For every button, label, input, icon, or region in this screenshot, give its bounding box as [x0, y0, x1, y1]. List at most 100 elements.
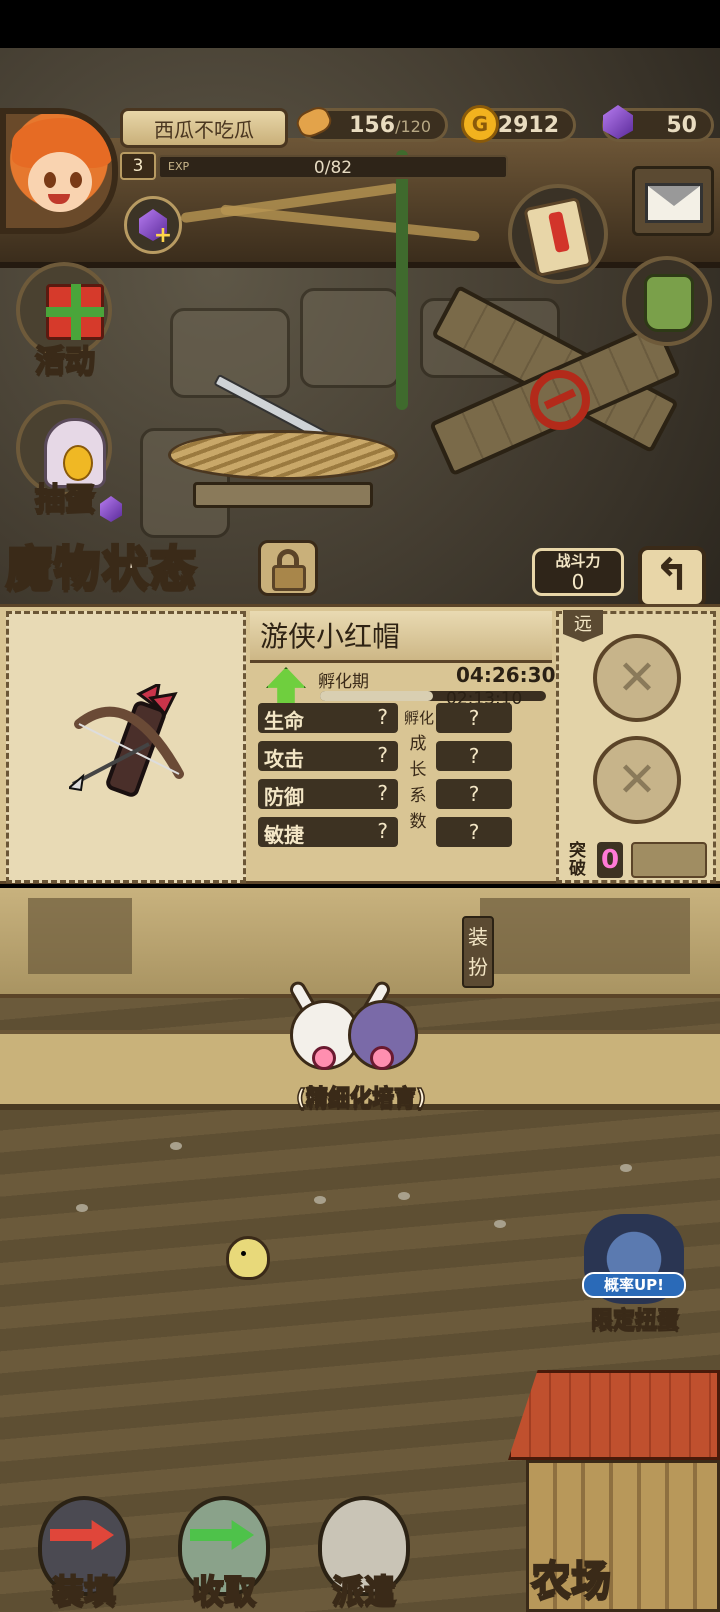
bread-max: /120 — [395, 117, 431, 136]
stat-value: ? — [377, 743, 388, 767]
bread-value: 156 — [349, 113, 396, 138]
gold-coin-icon: G — [461, 105, 499, 143]
backpack-button[interactable] — [622, 256, 712, 346]
no-entry-icon — [530, 370, 590, 430]
envelope-icon — [645, 183, 703, 223]
incubation-total-time: 04:26:30 — [456, 663, 556, 687]
hay-nest — [168, 430, 398, 480]
farm-label[interactable]: 农场 — [506, 1548, 636, 1606]
collect-button[interactable]: 收取 — [160, 1496, 288, 1612]
backpack-icon — [644, 274, 694, 332]
breakthrough-value: 0 — [597, 842, 623, 878]
equipment-slot-1[interactable]: ✕ — [593, 634, 681, 722]
fine-breeding-label: (精细化培育) — [295, 1085, 427, 1112]
egg-nest[interactable] — [168, 373, 398, 508]
limited-gacha-label: 限定扭蛋 — [590, 1307, 680, 1334]
monster-status-title: 魔物状态 — [5, 540, 198, 597]
limited-gacha-button[interactable]: 概率UP! 限定扭蛋 — [560, 1214, 710, 1344]
exp-bar: EXP 0/82 — [158, 155, 508, 179]
mail-button[interactable] — [632, 166, 714, 236]
stat-row-hp: 生命 ? — [258, 703, 398, 733]
stat-value: ? — [377, 819, 388, 843]
pebble — [76, 1204, 88, 1212]
pebble — [170, 1142, 182, 1150]
player-avatar[interactable] — [0, 108, 118, 234]
gift-icon — [46, 284, 104, 340]
stone-tile — [300, 288, 400, 388]
equipment-slot-2[interactable]: ✕ — [593, 736, 681, 824]
incubate-phase-label: 孵化期 — [318, 672, 369, 692]
combat-power-value: 0 — [571, 570, 585, 594]
lock-button[interactable] — [258, 540, 318, 596]
monster-name: 游侠小红帽 — [250, 611, 552, 663]
rate-up-badge: 概率UP! — [582, 1272, 686, 1298]
stat-label: 敏捷 — [264, 823, 304, 847]
stat-row-defense: 防御 ? — [258, 779, 398, 809]
pebble — [620, 1164, 632, 1172]
green-pole — [396, 150, 408, 410]
player-name: 西瓜不吃瓜 — [120, 108, 288, 148]
growth-char: 长 — [409, 760, 427, 780]
pebble — [398, 1192, 410, 1200]
collect-label: 收取 — [191, 1571, 257, 1611]
incubate-arrow-icon — [266, 667, 306, 705]
pacifier-icon — [312, 1046, 336, 1070]
fine-breeding-button[interactable]: (精细化培育) — [276, 978, 446, 1120]
status-bar — [0, 0, 720, 48]
hatch-label: 孵化 — [404, 709, 435, 727]
stat-growth-hp: ? — [436, 703, 512, 733]
gem-value: 50 — [666, 113, 697, 138]
barn-roof — [508, 1370, 720, 1460]
activity-button[interactable]: 活动 — [10, 262, 120, 380]
bow-and-quiver-icon — [69, 684, 184, 797]
dispatch-label: 派遣 — [331, 1571, 397, 1611]
stat-label: 攻击 — [264, 747, 304, 771]
incubation-progress-fill — [320, 691, 433, 701]
load-label: 装填 — [51, 1571, 117, 1611]
breakthrough-label: 突破 — [569, 841, 586, 879]
load-button[interactable]: 装填 — [20, 1496, 148, 1612]
back-button[interactable]: ↰ — [638, 546, 706, 608]
breakthrough-slot[interactable] — [631, 842, 707, 878]
avatar-eye — [44, 172, 56, 188]
pebble — [314, 1196, 326, 1204]
pacifier-icon — [370, 1046, 394, 1070]
growth-char: 系 — [409, 786, 427, 806]
plus-icon: + — [153, 223, 173, 248]
quest-button[interactable] — [508, 184, 608, 284]
pebble — [494, 1220, 506, 1228]
range-tag: 远 — [563, 610, 603, 642]
dress-up-button[interactable]: 装扮 — [462, 916, 494, 988]
avatar-eye — [70, 172, 82, 188]
locked-nest-boards — [429, 284, 681, 477]
shelf-slot — [28, 898, 132, 974]
nest-plate — [193, 482, 373, 508]
combat-power-label: 战斗力 — [555, 552, 601, 570]
activity-label: 活动 — [34, 343, 96, 380]
gem-resource[interactable]: 50 — [602, 105, 714, 142]
empty-slot-icon: ✕ — [616, 650, 658, 706]
gold-resource[interactable]: G 2912 — [461, 105, 576, 143]
exp-value: 0/82 — [313, 158, 353, 178]
bread-resource[interactable]: 156/120 — [293, 103, 448, 142]
stat-growth-defense: ? — [436, 779, 512, 809]
growth-coefficient-label: 成 长 系 数 — [406, 731, 430, 835]
stat-growth-attack: ? — [436, 741, 512, 771]
stat-value: ? — [377, 705, 388, 729]
equipment-column: 远 ✕ ✕ 突破 0 — [556, 610, 716, 883]
dispatch-button[interactable]: 派遣 — [300, 1496, 428, 1612]
stat-row-agility: 敏捷 ? — [258, 817, 398, 847]
gold-value: 2912 — [497, 113, 559, 138]
monster-portrait — [6, 611, 246, 883]
chick-icon[interactable] — [226, 1236, 270, 1280]
empty-slot-icon: ✕ — [616, 752, 658, 808]
growth-char: 成 — [409, 734, 427, 754]
combat-power: 战斗力 0 — [532, 548, 624, 596]
growth-char: 数 — [409, 812, 427, 832]
stat-label: 防御 — [264, 785, 304, 809]
shelf-slot — [480, 898, 690, 974]
stat-value: ? — [377, 781, 388, 805]
add-gems-button[interactable]: + — [124, 196, 182, 254]
monster-status-panel: 游侠小红帽 孵化期 04:26:30 02:13:10 孵化 成 长 系 数 生… — [0, 604, 720, 884]
stat-label: 生命 — [264, 709, 304, 733]
